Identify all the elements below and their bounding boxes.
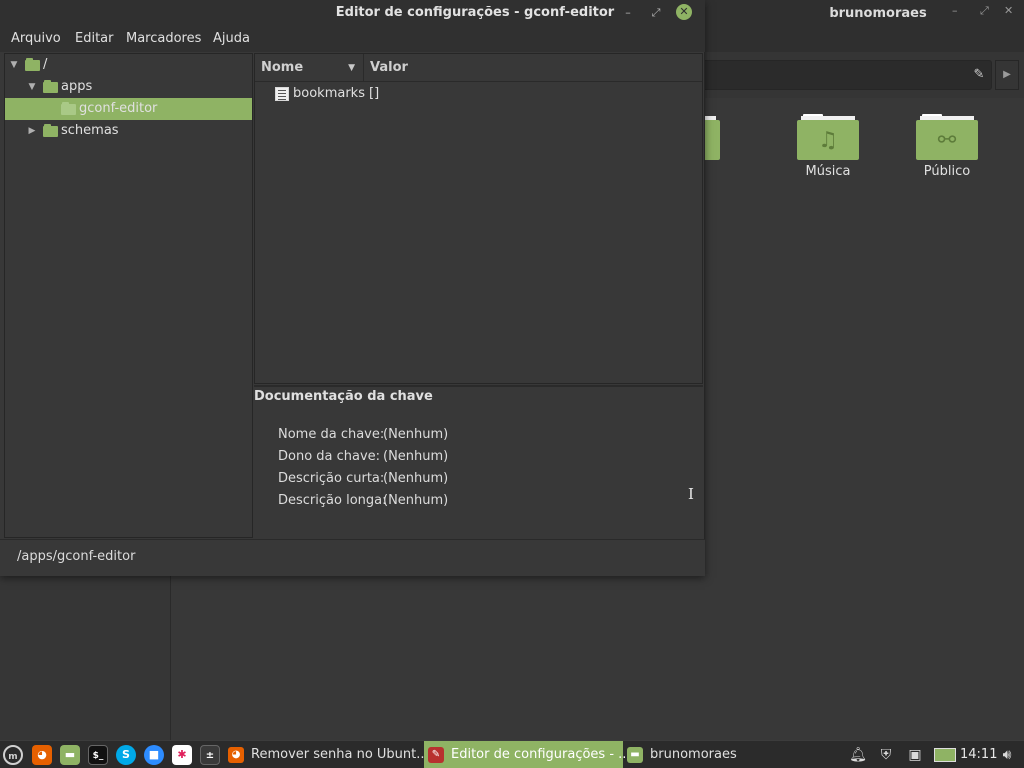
taskbar: m ◕ ▬ $_ S ■ ✱ ± ◕ Remover senha no Ubun… <box>0 740 1024 768</box>
folder-icon <box>43 80 58 93</box>
window-title: Editor de configurações - gconf-editor <box>335 5 615 20</box>
column-header-label: Nome <box>261 60 304 75</box>
status-path: /apps/gconf-editor <box>17 549 136 564</box>
doc-value-short-desc: (Nenhum) <box>383 471 449 486</box>
sort-down-icon: ▼ <box>348 63 355 73</box>
tree-row-apps[interactable]: ▼ apps <box>5 76 252 98</box>
folder-item-musica[interactable]: ♫ Música <box>778 114 878 179</box>
gconf-editor-window: Editor de configurações - gconf-editor –… <box>0 0 705 576</box>
network-icon[interactable]: ▣ <box>904 745 926 765</box>
firefox-icon: ◕ <box>228 747 244 763</box>
doc-label-key-owner: Dono da chave: <box>278 449 381 464</box>
menu-marcadores[interactable]: Marcadores <box>126 31 201 46</box>
tree-label: schemas <box>61 123 119 138</box>
music-folder-icon: ♫ <box>797 114 859 160</box>
file-manager-title: brunomoraes <box>829 6 927 21</box>
folder-icon <box>61 102 76 115</box>
minimize-icon[interactable]: – <box>952 4 958 17</box>
task-files[interactable]: ▬ brunomoraes <box>623 741 823 768</box>
location-bar[interactable] <box>704 60 992 90</box>
file-manager-sidebar <box>0 574 171 740</box>
doc-value-key-name: (Nenhum) <box>383 427 449 442</box>
column-header-valor[interactable]: Valor <box>364 54 702 82</box>
shield-icon[interactable]: ⛨ <box>875 745 897 765</box>
task-label: Remover senha no Ubunt... <box>251 747 429 762</box>
file-manager-menubar <box>704 26 1024 52</box>
task-firefox[interactable]: ◕ Remover senha no Ubunt... <box>224 741 429 768</box>
table-row[interactable]: bookmarks [] <box>255 83 702 105</box>
expander-right-icon[interactable]: ▶ <box>27 126 37 136</box>
statusbar: /apps/gconf-editor <box>0 539 705 576</box>
folder-item-publico[interactable]: ⚯ Público <box>897 114 997 179</box>
maximize-icon[interactable]: ⤢ <box>647 4 665 22</box>
task-label: Editor de configurações - ... <box>451 747 631 762</box>
task-label: brunomoraes <box>650 747 737 762</box>
doc-value-long-desc: (Nenhum) <box>383 493 449 508</box>
folder-label: Público <box>923 164 971 179</box>
list-icon <box>275 87 289 101</box>
gconf-icon: ✎ <box>428 747 444 763</box>
tree-row-gconf-editor[interactable]: gconf-editor <box>5 98 252 120</box>
key-name: bookmarks <box>293 86 365 101</box>
close-icon[interactable]: ✕ <box>676 4 692 20</box>
expander-down-icon[interactable]: ▼ <box>9 60 19 70</box>
doc-value-key-owner: (Nenhum) <box>383 449 449 464</box>
slack-icon[interactable]: ✱ <box>172 745 192 765</box>
chevron-right-icon[interactable]: ▶ <box>995 60 1019 90</box>
doc-title: Documentação da chave <box>254 389 433 404</box>
notifications-icon[interactable]: 🔔︎ <box>847 745 869 765</box>
doc-label-long-desc: Descrição longa: <box>278 493 387 508</box>
tree-row-schemas[interactable]: ▶ schemas <box>5 120 252 142</box>
pencil-icon[interactable]: ✎ <box>966 64 992 86</box>
titlebar[interactable]: Editor de configurações - gconf-editor –… <box>0 0 705 26</box>
key-list[interactable]: Nome ▼ Valor bookmarks [] <box>254 53 703 384</box>
menubar: Arquivo Editar Marcadores Ajuda <box>0 26 705 52</box>
tree-row-root[interactable]: ▼ / <box>5 54 252 76</box>
folder-icon <box>43 124 58 137</box>
doc-label-key-name: Nome da chave: <box>278 427 385 442</box>
tree-label: / <box>43 57 48 72</box>
volume-icon[interactable]: 🔊︎ <box>996 745 1018 765</box>
expander-down-icon[interactable]: ▼ <box>27 82 37 92</box>
folder-label: Música <box>805 164 851 179</box>
firefox-icon[interactable]: ◕ <box>32 745 52 765</box>
mint-menu-icon[interactable]: m <box>3 745 23 765</box>
skype-icon[interactable]: S <box>116 745 136 765</box>
files-icon[interactable]: ▬ <box>60 745 80 765</box>
tree-label: gconf-editor <box>79 101 158 116</box>
tree-label: apps <box>61 79 93 94</box>
maximize-icon[interactable]: ⤢ <box>980 4 989 18</box>
key-documentation-panel: Documentação da chave Nome da chave: (Ne… <box>254 385 703 538</box>
clock[interactable]: 14:11 <box>960 747 997 762</box>
calculator-icon[interactable]: ± <box>200 745 220 765</box>
menu-editar[interactable]: Editar <box>75 31 114 46</box>
text-cursor-icon: I <box>688 485 694 503</box>
terminal-icon[interactable]: $_ <box>88 745 108 765</box>
column-header-nome[interactable]: Nome ▼ <box>255 54 364 82</box>
menu-ajuda[interactable]: Ajuda <box>213 31 250 46</box>
doc-label-short-desc: Descrição curta: <box>278 471 385 486</box>
menu-arquivo[interactable]: Arquivo <box>11 31 61 46</box>
key-tree[interactable]: ▼ / ▼ apps gconf-editor ▶ schemas <box>4 53 253 538</box>
battery-icon[interactable] <box>933 745 957 765</box>
folder-icon <box>25 58 40 71</box>
column-header-label: Valor <box>370 60 408 75</box>
share-folder-icon: ⚯ <box>916 114 978 160</box>
folder-icon: ▬ <box>627 747 643 763</box>
close-icon[interactable]: ✕ <box>1004 4 1013 17</box>
minimize-icon[interactable]: – <box>619 4 637 22</box>
zoom-icon[interactable]: ■ <box>144 745 164 765</box>
key-value: [] <box>369 86 380 101</box>
task-gconf-editor[interactable]: ✎ Editor de configurações - ... <box>424 741 631 768</box>
